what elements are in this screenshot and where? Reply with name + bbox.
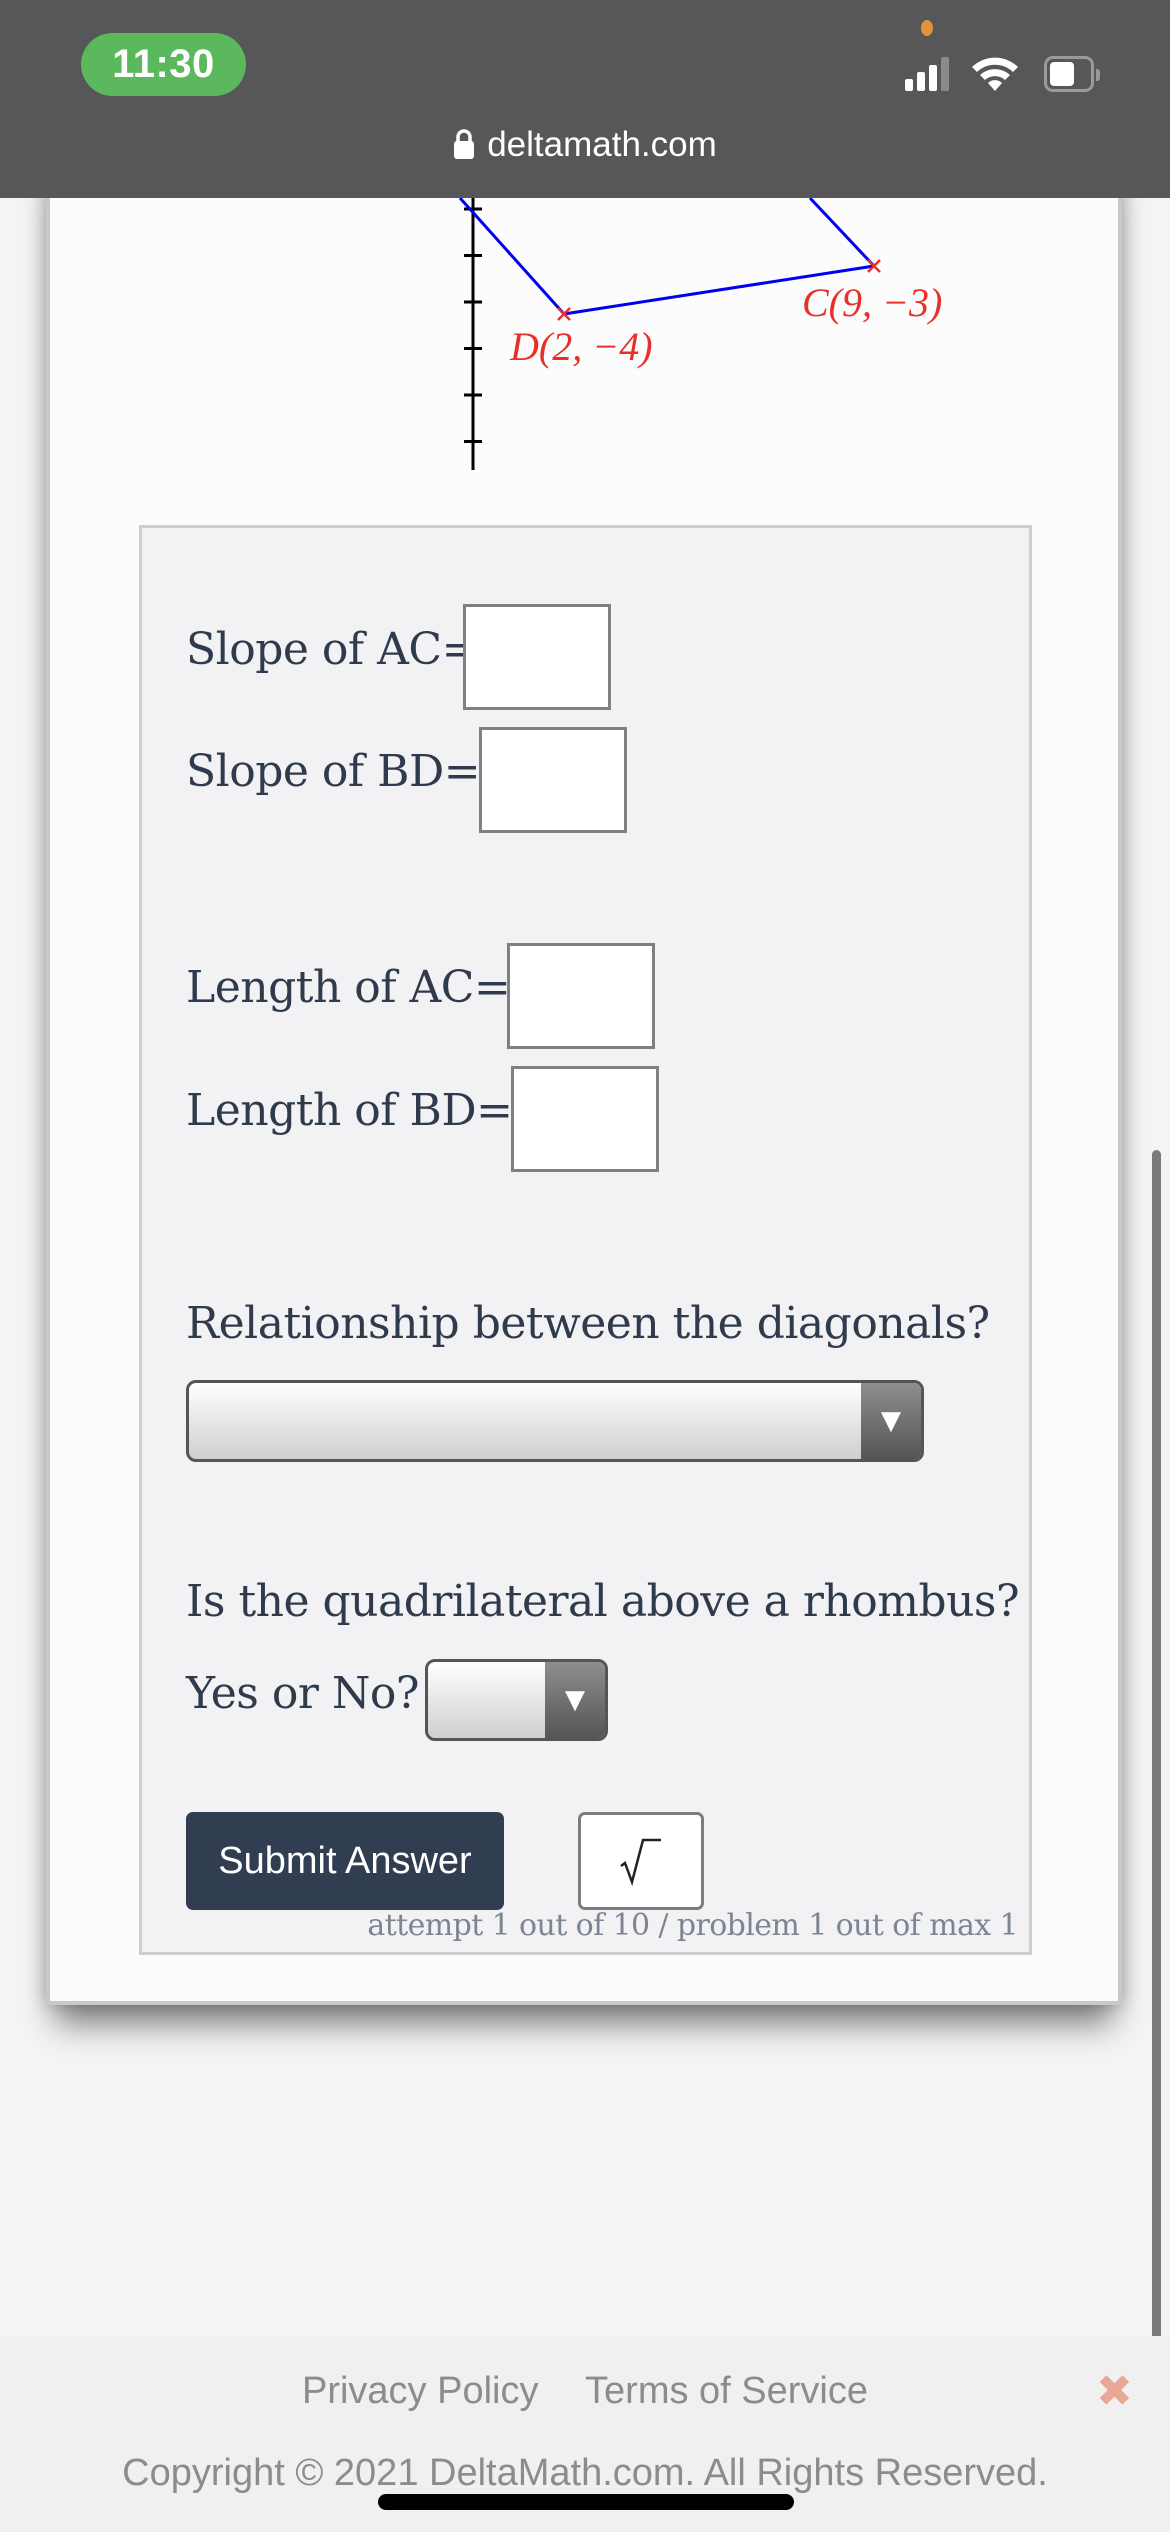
diagonals-relationship-select[interactable]: ▼: [186, 1380, 924, 1462]
footer-links: Privacy Policy Terms of Service: [0, 2370, 1170, 2413]
sqrt-button[interactable]: [578, 1812, 704, 1910]
page-scrollbar[interactable]: [1152, 1150, 1161, 2410]
close-icon[interactable]: ✖: [1096, 2366, 1133, 2417]
slope-ac-input[interactable]: [463, 604, 611, 710]
slope-ac-label: Slope of AC=: [186, 624, 478, 675]
dropdown-arrow-icon: ▼: [861, 1383, 921, 1459]
edge-b-c: [808, 198, 876, 268]
rhombus-question: Is the quadrilateral above a rhombus?: [186, 1576, 1020, 1627]
copyright-text: Copyright © 2021 DeltaMath.com. All Righ…: [122, 2452, 1048, 2494]
cellular-signal-icon: [905, 57, 955, 91]
slope-bd-label: Slope of BD=: [186, 746, 481, 797]
terms-of-service-link[interactable]: Terms of Service: [585, 2370, 868, 2412]
battery-icon: [1044, 56, 1100, 92]
diagonals-question: Relationship between the diagonals?: [186, 1298, 990, 1349]
square-root-icon: [620, 1838, 661, 1886]
home-indicator[interactable]: [378, 2494, 794, 2510]
yes-no-select[interactable]: ▼: [425, 1659, 608, 1741]
privacy-policy-link[interactable]: Privacy Policy: [302, 2370, 539, 2412]
camera-indicator-dot: [921, 20, 933, 36]
length-bd-input[interactable]: [511, 1066, 659, 1172]
url-text: deltamath.com: [487, 125, 717, 164]
submit-answer-button[interactable]: Submit Answer: [186, 1812, 504, 1910]
attempt-counter: attempt 1 out of 10 / problem 1 out of m…: [367, 1908, 1018, 1943]
lock-icon: [454, 129, 475, 159]
point-label-c: C(9, −3): [802, 280, 942, 325]
dropdown-arrow-icon: ▼: [545, 1662, 605, 1738]
status-time: 11:30: [81, 33, 246, 96]
point-label-d: D(2, −4): [509, 324, 653, 369]
slope-bd-input[interactable]: [479, 727, 627, 833]
length-ac-input[interactable]: [507, 943, 655, 1049]
wifi-icon: [972, 57, 1018, 91]
address-bar[interactable]: deltamath.com: [0, 125, 1170, 165]
length-ac-label: Length of AC=: [186, 962, 511, 1013]
yes-no-label: Yes or No?: [186, 1668, 419, 1719]
length-bd-label: Length of BD=: [186, 1085, 513, 1136]
status-and-url-bar: 11:30 deltamath.com: [0, 0, 1170, 198]
